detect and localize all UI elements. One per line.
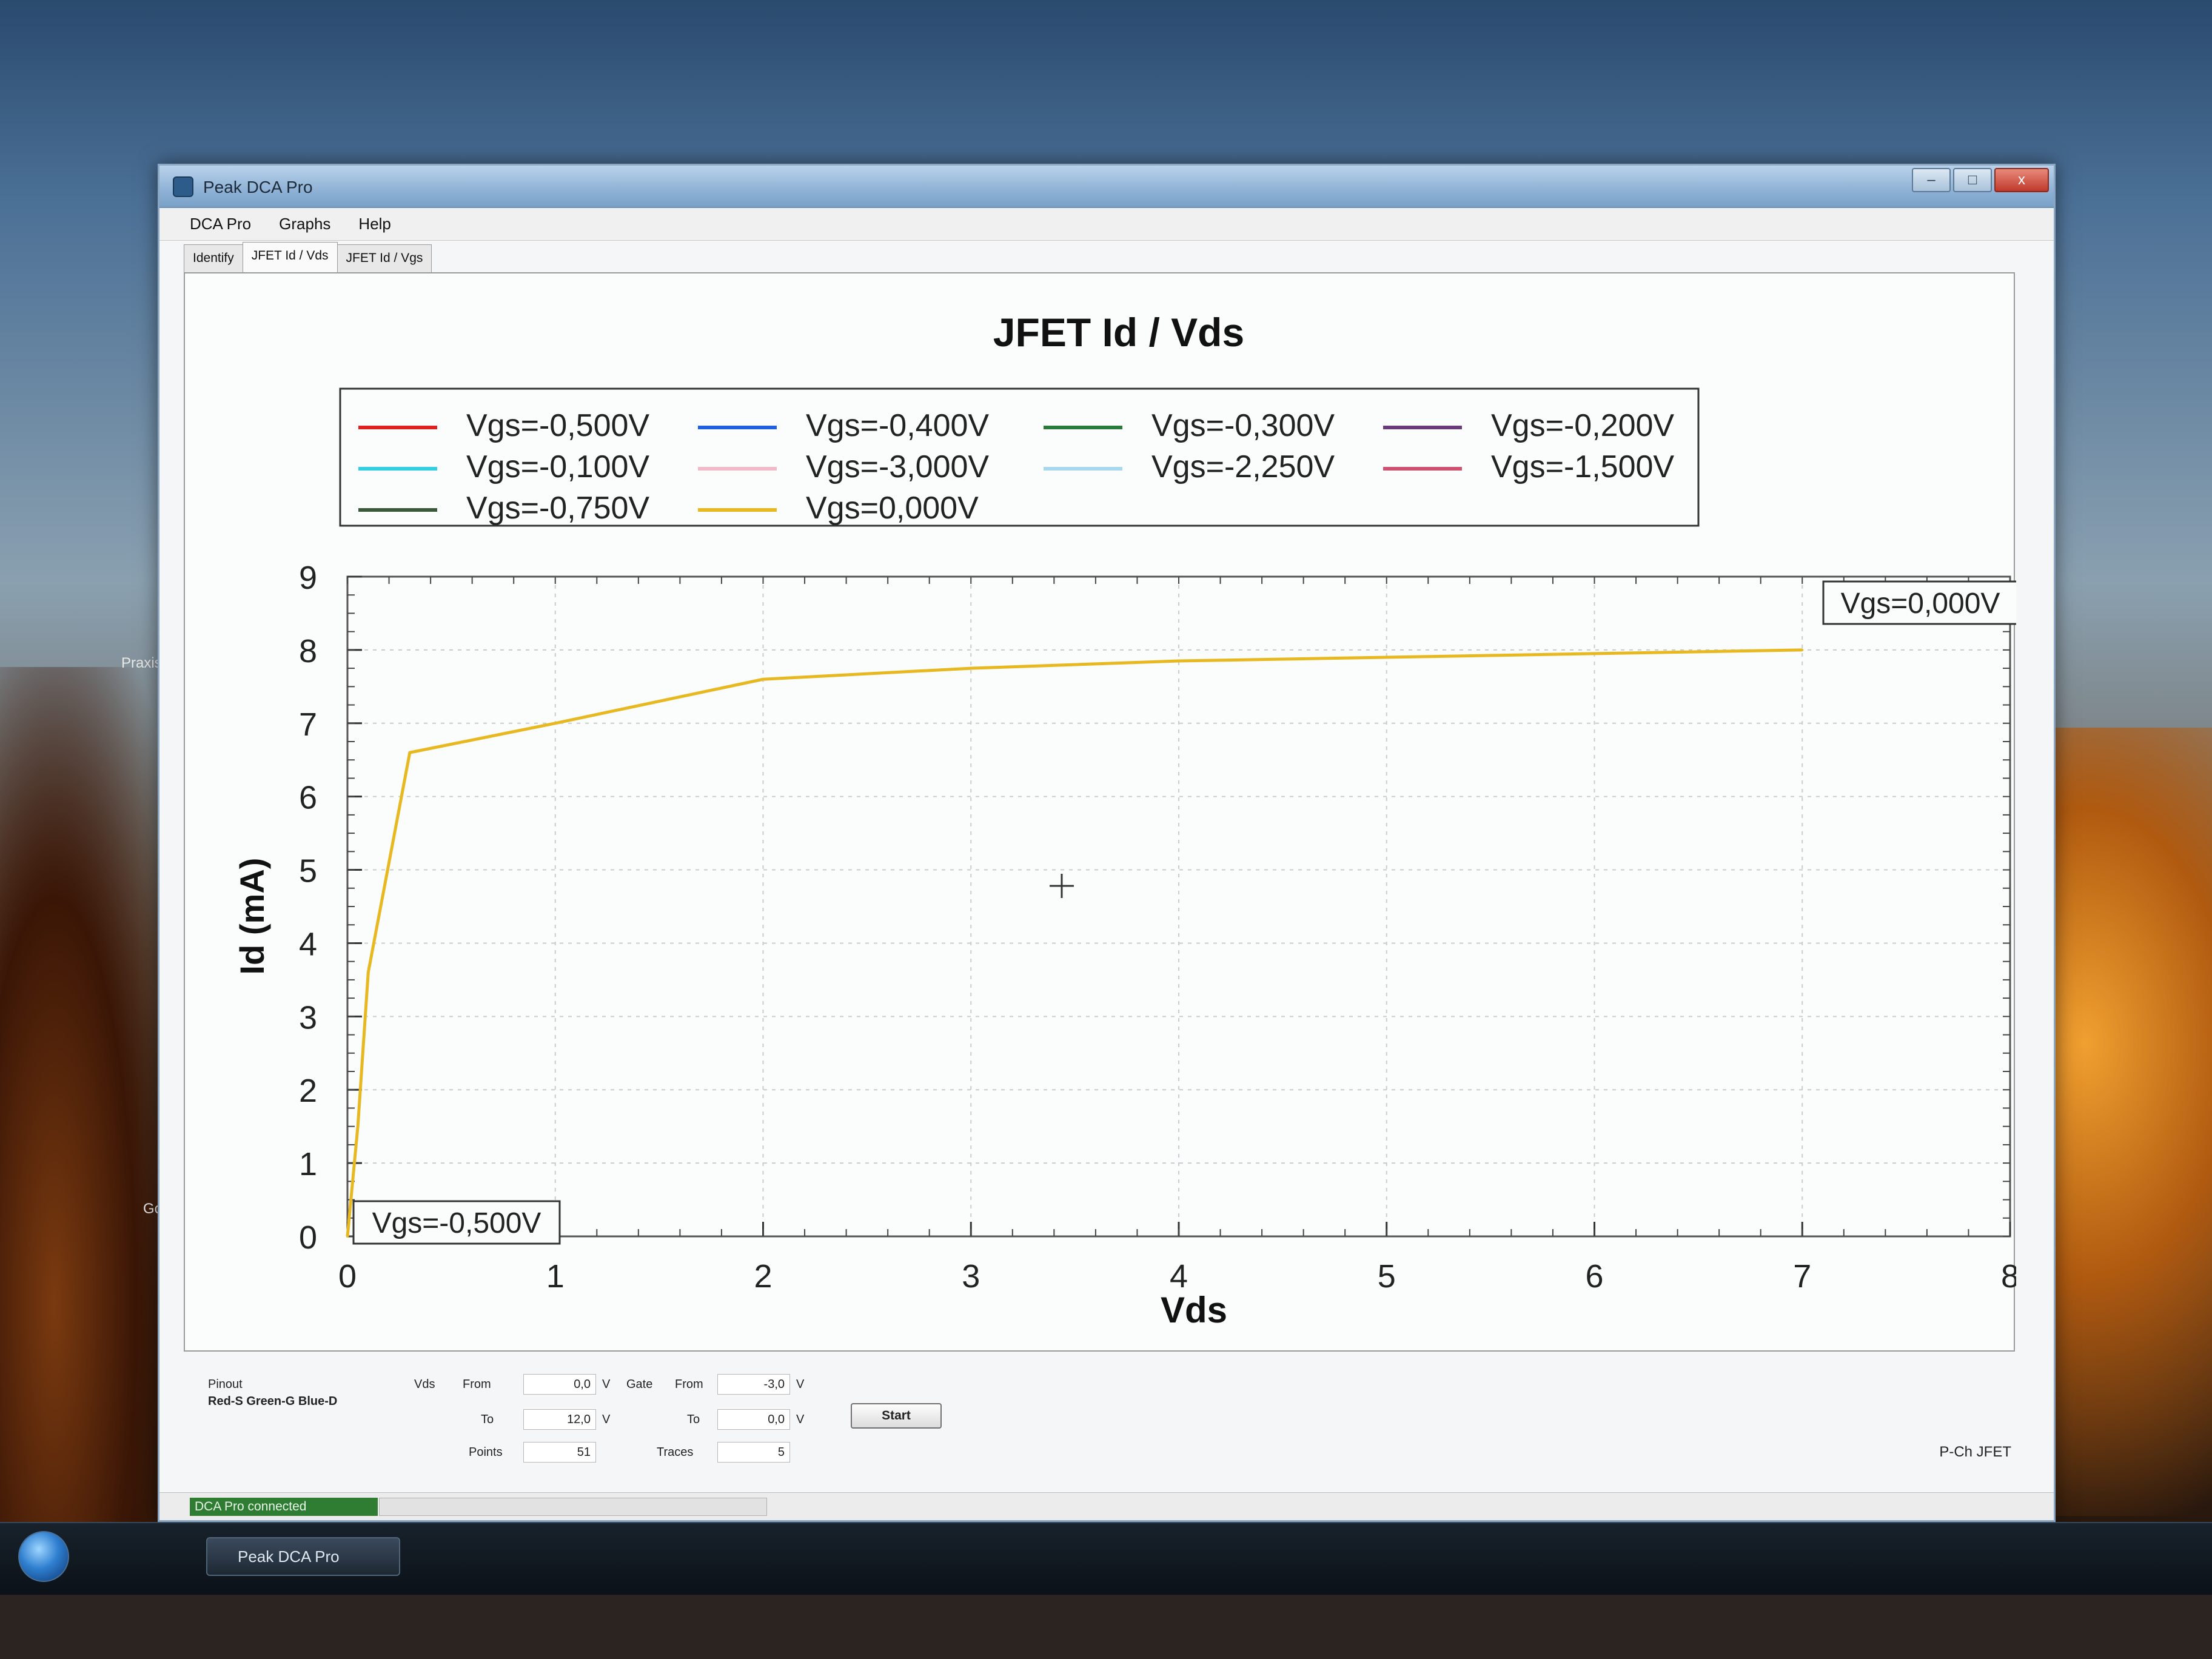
y-tick-label: 7 <box>299 706 317 743</box>
pinout-label: Pinout <box>208 1378 243 1391</box>
app-window: Peak DCA Pro – □ x DCA Pro Graphs Help I… <box>158 164 2056 1522</box>
y-tick-label: 3 <box>299 999 317 1036</box>
series-point <box>1593 652 1596 655</box>
menu-dca-pro[interactable]: DCA Pro <box>190 215 251 233</box>
monitor-bezel <box>0 1595 2212 1659</box>
title-bar[interactable]: Peak DCA Pro – □ x <box>159 166 2054 208</box>
x-axis-label: Vds <box>1161 1290 1227 1330</box>
legend-label: Vgs=-1,500V <box>1491 449 1674 484</box>
x-tick-label: 5 <box>1378 1258 1396 1295</box>
legend-label: Vgs=-0,100V <box>466 449 649 484</box>
series-point <box>1178 660 1180 663</box>
grid <box>347 577 2010 1236</box>
legend-label: Vgs=-3,000V <box>806 449 989 484</box>
traces-label: Traces <box>657 1446 694 1459</box>
legend-label: Vgs=-0,400V <box>806 408 989 443</box>
x-tick-label: 6 <box>1585 1258 1603 1295</box>
desktop-icon-praxis[interactable]: Praxis <box>121 655 162 672</box>
traces-input[interactable]: 5 <box>717 1442 790 1463</box>
vds-to-input[interactable]: 12,0 <box>523 1409 596 1430</box>
vds-from-unit: V <box>602 1378 611 1391</box>
x-tick-label: 1 <box>546 1258 565 1295</box>
progress-bar <box>379 1498 767 1516</box>
y-axis-label: Id (mA) <box>233 858 271 975</box>
gate-to-label: To <box>687 1413 700 1426</box>
points-input[interactable]: 51 <box>523 1442 596 1463</box>
x-tick-label: 7 <box>1793 1258 1811 1295</box>
legend-label: Vgs=-2,250V <box>1151 449 1335 484</box>
y-tick-labels: 0 1 2 3 4 5 6 7 8 9 <box>299 560 317 1256</box>
series-point <box>346 1235 349 1238</box>
vds-to-label: To <box>481 1413 494 1426</box>
start-orb-icon[interactable] <box>18 1531 69 1582</box>
series-point <box>357 1125 360 1128</box>
y-tick-label: 5 <box>299 853 317 890</box>
x-tick-label: 3 <box>962 1258 980 1295</box>
annotation-vgs-0[interactable]: Vgs=0,000V <box>1841 588 2000 620</box>
series-layer <box>346 648 1804 1238</box>
y-tick-label: 6 <box>299 780 317 816</box>
legend-label: Vgs=0,000V <box>806 491 979 526</box>
gate-to-unit: V <box>796 1413 805 1426</box>
taskbar-item-peak-dca-pro[interactable]: Peak DCA Pro <box>206 1537 400 1576</box>
pinout-value: Red-S Green-G Blue-D <box>208 1395 338 1408</box>
x-tick-label: 8 <box>2001 1258 2016 1295</box>
gate-from-label: From <box>675 1378 703 1391</box>
menu-help[interactable]: Help <box>358 215 390 233</box>
y-tick-label: 8 <box>299 633 317 669</box>
gate-from-input[interactable]: -3,0 <box>717 1374 790 1395</box>
y-tick-label: 4 <box>299 926 317 962</box>
tab-jfet-id-vgs[interactable]: JFET Id / Vgs <box>337 244 432 272</box>
tab-bar: Identify JFET Id / Vds JFET Id / Vgs <box>184 242 432 272</box>
points-label: Points <box>469 1446 503 1459</box>
gate-from-unit: V <box>796 1378 805 1391</box>
gate-label: Gate <box>626 1378 653 1391</box>
x-tick-label: 4 <box>1170 1258 1188 1295</box>
minimize-button[interactable]: – <box>1912 168 1951 192</box>
plot-panel: JFET Id / Vds Vgs=-0,500V Vgs=-0,400V Vgs=… <box>184 272 2016 1352</box>
app-icon <box>173 176 193 197</box>
series-point <box>970 667 973 670</box>
maximize-button[interactable]: □ <box>1953 168 1992 192</box>
series-point <box>367 971 370 974</box>
chart-title: JFET Id / Vds <box>993 310 1244 355</box>
status-bar: DCA Pro connected <box>159 1492 2054 1520</box>
x-tick-labels: 0 1 2 3 4 5 6 7 8 <box>338 1258 2016 1295</box>
jfet-chart: JFET Id / Vds Vgs=-0,500V Vgs=-0,400V Vgs=… <box>233 310 2016 1330</box>
start-button[interactable]: Start <box>851 1403 942 1429</box>
x-tick-label: 0 <box>338 1258 357 1295</box>
series-point <box>554 722 557 725</box>
y-tick-label: 1 <box>299 1146 317 1182</box>
series-point <box>762 678 765 681</box>
legend-label: Vgs=-0,200V <box>1491 408 1674 443</box>
gate-to-input[interactable]: 0,0 <box>717 1409 790 1430</box>
close-button[interactable]: x <box>1994 168 2049 192</box>
vds-label: Vds <box>414 1378 435 1391</box>
vds-to-unit: V <box>602 1413 611 1426</box>
window-controls: – □ x <box>1912 168 2049 192</box>
series-line <box>346 648 1803 1237</box>
tab-identify[interactable]: Identify <box>184 244 243 272</box>
x-tick-label: 2 <box>754 1258 772 1295</box>
series-point <box>1801 648 1804 651</box>
y-tick-label: 9 <box>299 560 317 596</box>
legend-label: Vgs=-0,750V <box>466 491 649 526</box>
y-tick-label: 2 <box>299 1073 317 1109</box>
window-title: Peak DCA Pro <box>203 178 313 196</box>
series-point <box>408 751 411 754</box>
legend-label: Vgs=-0,500V <box>466 408 649 443</box>
series-point <box>1385 655 1388 659</box>
vds-from-input[interactable]: 0,0 <box>523 1374 596 1395</box>
legend-label: Vgs=-0,300V <box>1151 408 1335 443</box>
tab-jfet-id-vds[interactable]: JFET Id / Vds <box>242 242 338 272</box>
menu-graphs[interactable]: Graphs <box>279 215 330 233</box>
annotation-vgs-0500[interactable]: Vgs=-0,500V <box>372 1207 541 1239</box>
desktop-wallpaper-left <box>0 667 182 1577</box>
measurement-controls: Pinout Red-S Green-G Blue-D Vds From 0,0… <box>184 1363 2015 1463</box>
vds-from-label: From <box>463 1378 491 1391</box>
menu-bar: DCA Pro Graphs Help <box>159 208 2054 241</box>
connection-status: DCA Pro connected <box>190 1498 378 1516</box>
y-tick-label: 0 <box>299 1219 317 1256</box>
device-type-label: P-Ch JFET <box>1939 1444 2011 1460</box>
